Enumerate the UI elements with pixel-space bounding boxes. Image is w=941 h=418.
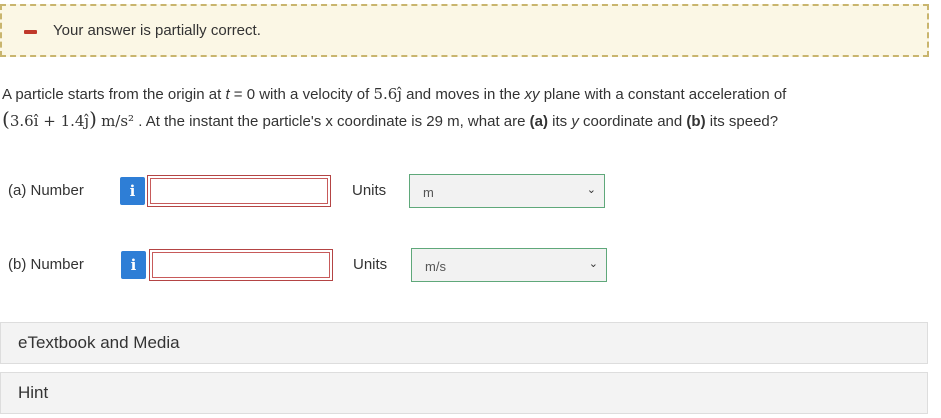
partial-correct-icon — [24, 30, 37, 34]
chevron-down-icon: ⌄ — [588, 258, 598, 270]
chevron-down-icon: ⌄ — [586, 184, 596, 196]
feedback-banner: Your answer is partially correct. — [0, 4, 929, 57]
part-b-label: (b) Number — [8, 256, 84, 273]
number-input-b[interactable] — [149, 249, 333, 281]
problem-statement: A particle starts from the origin at t =… — [2, 82, 932, 134]
answer-row-a: (a) Number i Units m ⌄ — [0, 174, 940, 208]
units-label-a: Units — [352, 182, 387, 199]
units-select-a[interactable]: m ⌄ — [409, 174, 605, 208]
answer-row-b: (b) Number i Units m/s ⌄ — [0, 248, 940, 282]
hint-panel[interactable]: Hint — [0, 372, 928, 414]
feedback-message: Your answer is partially correct. — [53, 22, 261, 39]
number-input-a[interactable] — [147, 175, 331, 207]
etextbook-media-panel[interactable]: eTextbook and Media — [0, 322, 928, 364]
units-select-b[interactable]: m/s ⌄ — [411, 248, 607, 282]
units-label-b: Units — [353, 256, 388, 273]
hint-label: Hint — [18, 383, 49, 402]
info-icon[interactable]: i — [120, 177, 145, 205]
info-icon[interactable]: i — [121, 251, 146, 279]
problem-line-2: (3.6î + 1.4ĵ) m/s² . At the instant the … — [2, 107, 779, 131]
acceleration-unit: m/s² — [101, 112, 135, 130]
units-value-a: m — [423, 185, 434, 200]
velocity-expression: 5.6ĵ — [373, 85, 402, 103]
acceleration-expression: 3.6î + 1.4ĵ — [9, 112, 90, 130]
problem-line-1: A particle starts from the origin at t =… — [2, 85, 787, 103]
etextbook-media-label: eTextbook and Media — [18, 333, 180, 352]
units-value-b: m/s — [425, 259, 446, 274]
part-a-label: (a) Number — [8, 182, 84, 199]
